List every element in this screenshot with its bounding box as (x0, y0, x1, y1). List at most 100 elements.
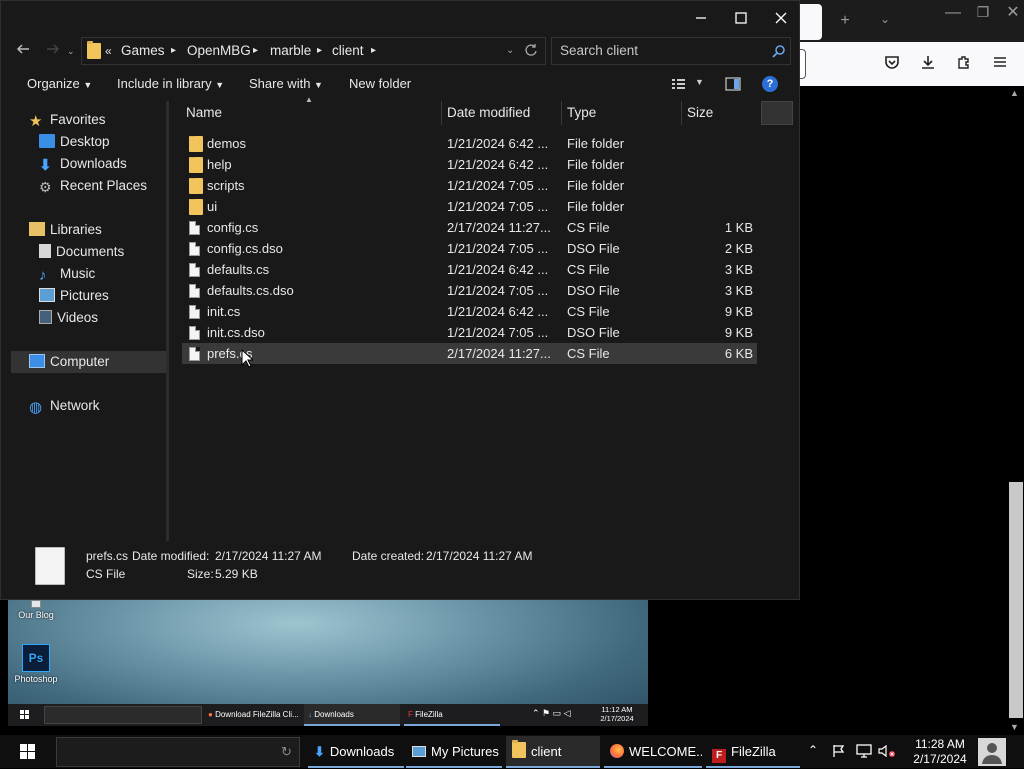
nav-favorites[interactable]: ★ Favorites (29, 109, 106, 131)
browser-scroll-thumb[interactable] (1009, 482, 1023, 718)
details-type: CS File (86, 567, 126, 581)
file-row[interactable]: init.cs 1/21/2024 6:42 ... CS File 9 KB (182, 301, 757, 322)
taskbar-clock[interactable]: 11:28 AM 2/17/2024 (906, 737, 974, 767)
minimize-icon[interactable]: — (942, 4, 964, 22)
nav-downloads[interactable]: ⬇ Downloads (39, 153, 127, 175)
back-button[interactable] (15, 41, 35, 61)
scroll-up-icon[interactable]: ▲ (1010, 88, 1019, 98)
column-divider[interactable] (441, 101, 442, 125)
tray-overflow-chevron-icon[interactable]: ⌃ (808, 743, 818, 757)
breadcrumb-openmbg[interactable]: OpenMBG (187, 38, 251, 64)
column-date-modified[interactable]: Date modified (447, 101, 530, 125)
organize-button[interactable]: Organize ▼ (27, 73, 92, 95)
new-folder-button[interactable]: New folder (349, 73, 411, 95)
overflow-crumb-icon[interactable]: « (105, 38, 112, 64)
nav-computer[interactable]: Computer (11, 351, 167, 373)
pane-splitter[interactable] (166, 101, 169, 541)
browser-active-tab[interactable] (798, 4, 822, 40)
address-history-chevron-icon[interactable]: ⌄ (506, 38, 514, 64)
remote-search-box[interactable] (44, 706, 202, 724)
refresh-icon[interactable] (524, 43, 538, 60)
share-with-button[interactable]: Share with ▼ (249, 73, 323, 95)
start-button[interactable] (20, 744, 35, 762)
menu-icon[interactable] (989, 54, 1011, 75)
nav-videos[interactable]: Videos (39, 307, 98, 329)
action-center-flag-icon[interactable] (832, 744, 846, 761)
breadcrumb-sep-icon[interactable]: ▸ (253, 38, 258, 64)
network-tray-icon[interactable] (856, 744, 872, 761)
address-bar[interactable]: « Games ▸ OpenMBG ▸ marble ▸ client ▸ ⌄ (81, 37, 546, 65)
help-icon[interactable]: ? (762, 76, 778, 92)
nav-libraries[interactable]: Libraries (29, 219, 102, 241)
remote-start-icon[interactable] (20, 708, 30, 719)
column-name[interactable]: Name (186, 101, 222, 125)
file-name: ui (207, 199, 218, 214)
extensions-icon[interactable] (953, 54, 975, 75)
nav-desktop[interactable]: Desktop (39, 131, 110, 153)
file-row[interactable]: config.cs 2/17/2024 11:27... CS File 1 KB (182, 217, 757, 238)
breadcrumb-client[interactable]: client (332, 38, 364, 64)
file-row[interactable]: prefs.cs 2/17/2024 11:27... CS File 6 KB (182, 343, 757, 364)
breadcrumb-marble[interactable]: marble (270, 38, 311, 64)
view-dropdown-arrow-icon[interactable]: ▼ (695, 77, 704, 87)
recent-locations-chevron-icon[interactable]: ⌄ (67, 46, 75, 57)
breadcrumb-sep-icon[interactable]: ▸ (171, 38, 176, 64)
column-size[interactable]: Size (687, 101, 713, 125)
taskbar-item[interactable]: client (506, 736, 600, 768)
volume-muted-icon[interactable] (878, 744, 896, 761)
maximize-button[interactable] (721, 7, 761, 33)
file-row[interactable]: config.cs.dso 1/21/2024 7:05 ... DSO File 2… (182, 238, 757, 259)
pocket-icon[interactable] (881, 54, 903, 75)
include-in-library-button[interactable]: Include in library ▼ (117, 73, 224, 95)
search-box[interactable]: Search client (551, 37, 791, 65)
nav-documents[interactable]: Documents (39, 241, 124, 263)
file-row[interactable]: help 1/21/2024 6:42 ... File folder (182, 154, 757, 175)
close-button[interactable] (761, 7, 801, 33)
taskbar-item[interactable]: My Pictures (406, 736, 502, 768)
taskbar-item[interactable]: ⬇ Downloads (308, 736, 404, 768)
view-options-icon[interactable] (671, 77, 687, 94)
file-row[interactable]: defaults.cs 1/21/2024 6:42 ... CS File 3 KB (182, 259, 757, 280)
download-icon[interactable] (917, 54, 939, 75)
preview-pane-icon[interactable] (725, 77, 741, 94)
remote-tray-icons[interactable]: ⌃ ⚑ ▭ ◁ (532, 708, 571, 719)
breadcrumb-sep-icon[interactable]: ▸ (371, 38, 376, 64)
nav-music[interactable]: ♪ Music (39, 263, 95, 285)
file-row[interactable]: defaults.cs.dso 1/21/2024 7:05 ... DSO Fil… (182, 280, 757, 301)
taskbar-item[interactable]: WELCOME... (604, 736, 702, 768)
desktop-icon-our-blog[interactable]: Our Blog (12, 600, 60, 620)
remote-task-downloads[interactable]: ↓ Downloads (304, 704, 400, 726)
column-divider[interactable] (561, 101, 562, 125)
nav-pictures[interactable]: Pictures (39, 285, 109, 307)
new-tab-icon[interactable]: + (834, 12, 856, 30)
file-date-modified: 1/21/2024 7:05 ... (447, 178, 549, 193)
file-row[interactable]: scripts 1/21/2024 7:05 ... File folder (182, 175, 757, 196)
forward-button[interactable] (45, 41, 65, 61)
column-type[interactable]: Type (567, 101, 596, 125)
file-row[interactable]: init.cs.dso 1/21/2024 7:05 ... DSO File 9 K… (182, 322, 757, 343)
remote-clock[interactable]: 11:12 AM 2/17/2024 (594, 705, 640, 723)
column-divider[interactable] (681, 101, 682, 125)
list-scrollbar-stub[interactable] (761, 101, 793, 125)
search-icon[interactable] (772, 44, 786, 61)
file-row[interactable]: ui 1/21/2024 7:05 ... File folder (182, 196, 757, 217)
nav-recent-places[interactable]: ⚙ Recent Places (39, 175, 147, 197)
remote-task-filezilla[interactable]: F FileZilla (404, 704, 500, 726)
file-row[interactable]: demos 1/21/2024 6:42 ... File folder (182, 133, 757, 154)
taskbar-search-box[interactable]: ↻ (56, 737, 300, 767)
nav-network[interactable]: ◍ Network (29, 395, 100, 417)
desktop-icon-photoshop[interactable]: Ps Photoshop (12, 644, 60, 684)
taskbar-item[interactable]: F FileZilla (706, 736, 800, 768)
minimize-button[interactable] (681, 7, 721, 33)
breadcrumb-sep-icon[interactable]: ▸ (317, 38, 322, 64)
clock-date: 2/17/2024 (913, 752, 967, 766)
remote-task-filezilla-download[interactable]: ● Download FileZilla Cli... (204, 704, 300, 726)
tab-list-chevron-icon[interactable]: ⌄ (874, 12, 896, 26)
close-icon[interactable]: ✕ (1002, 2, 1024, 22)
breadcrumb-games[interactable]: Games (121, 38, 165, 64)
user-avatar-icon[interactable] (978, 738, 1006, 766)
folder-icon (87, 41, 101, 62)
file-date-modified: 1/21/2024 6:42 ... (447, 157, 549, 172)
restore-icon[interactable]: ❐ (972, 4, 994, 21)
scroll-down-icon[interactable]: ▼ (1010, 722, 1019, 732)
